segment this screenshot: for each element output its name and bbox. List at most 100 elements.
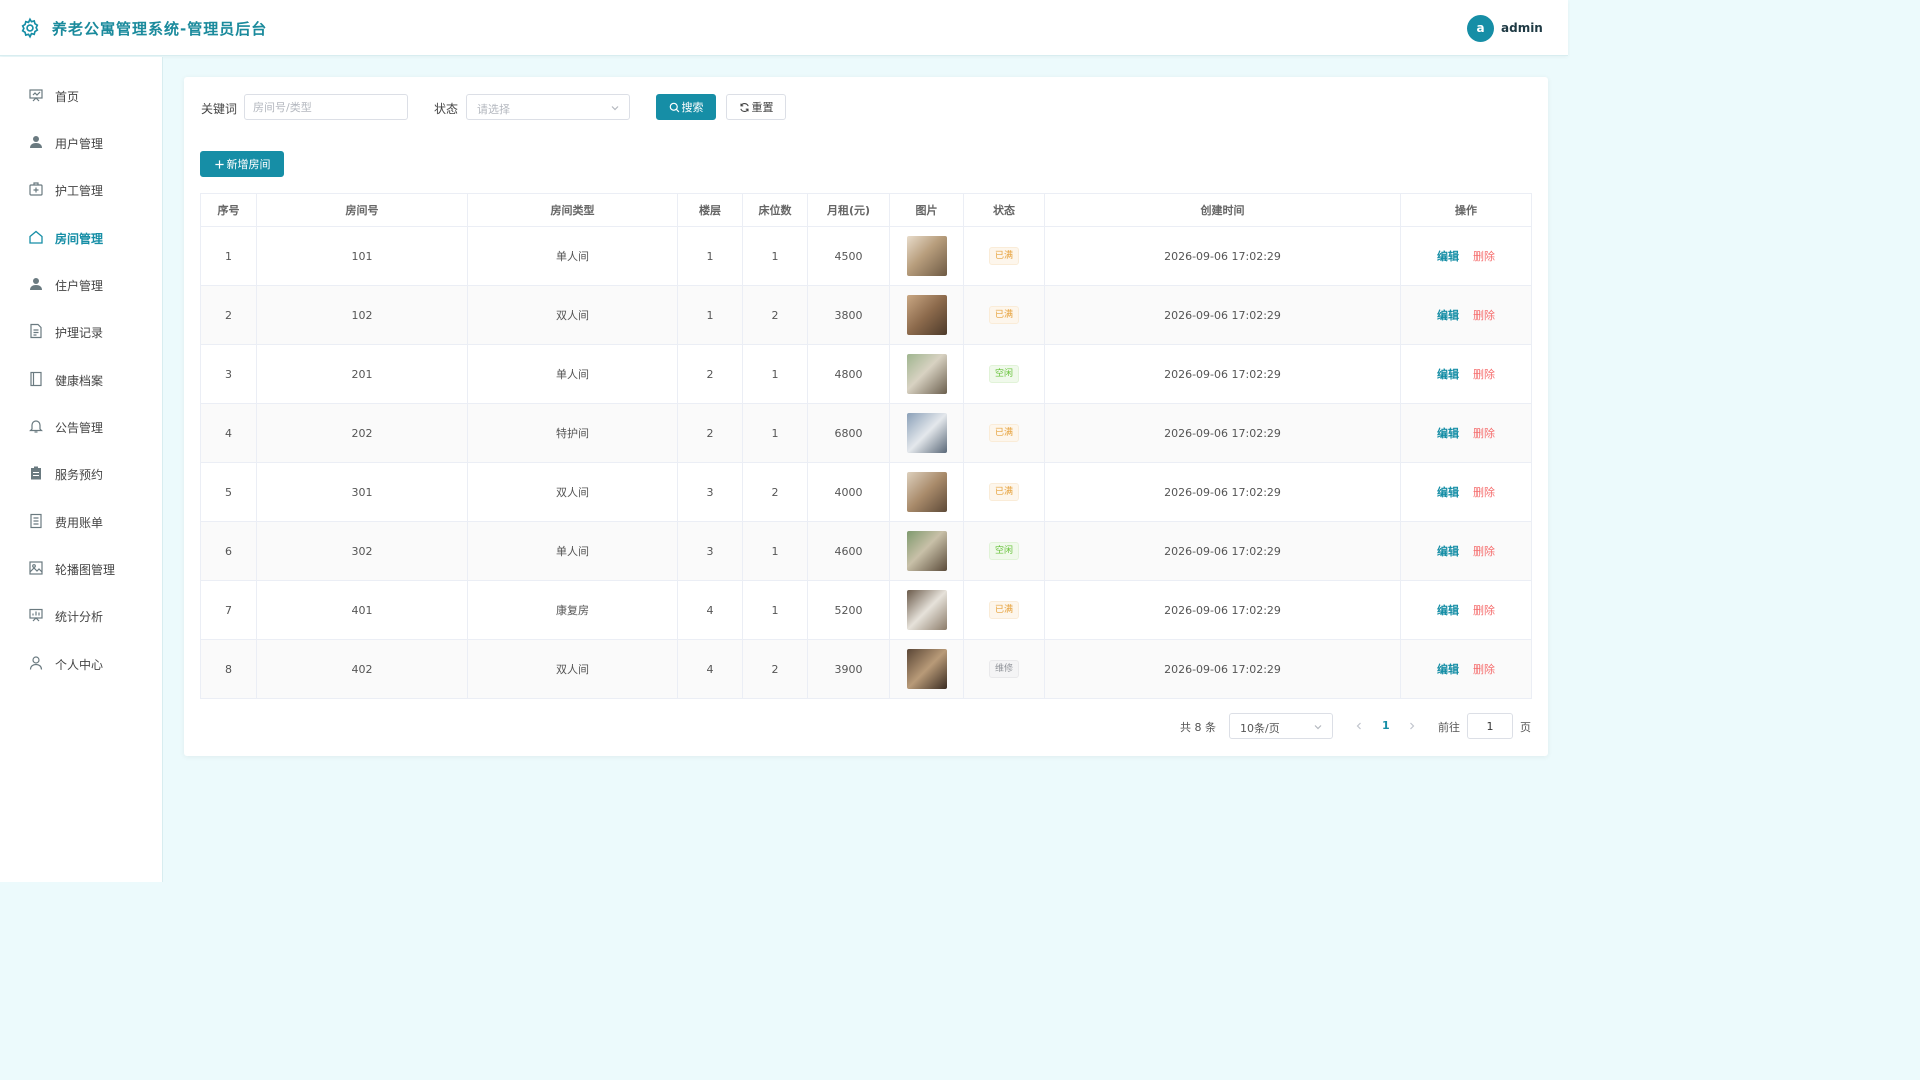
sidebar-item-carousel[interactable]: 轮播图管理 xyxy=(0,548,162,588)
room-thumbnail[interactable] xyxy=(906,236,947,276)
rent-cell: 6800 xyxy=(807,403,890,463)
room-thumbnail[interactable] xyxy=(906,531,947,571)
clipboard-icon xyxy=(31,466,41,480)
sidebar-item-caregivers[interactable]: 护工管理 xyxy=(0,169,162,209)
image-cell xyxy=(889,462,964,522)
edit-button[interactable]: 编辑 xyxy=(1437,663,1459,676)
created-time-cell: 2026-09-06 17:02:29 xyxy=(1044,521,1401,581)
search-button[interactable]: 搜索 xyxy=(656,94,716,120)
actions-cell: 编辑 删除 xyxy=(1400,403,1532,463)
edit-button[interactable]: 编辑 xyxy=(1437,604,1459,617)
actions-cell: 编辑 删除 xyxy=(1400,521,1532,581)
page-size-value: 10条/页 xyxy=(1240,722,1280,735)
status-badge: 已满 xyxy=(988,601,1019,619)
table-header-row: 序号 房间号 房间类型 楼层 床位数 月租(元) 图片 状态 创建时间 操作 xyxy=(200,193,1532,227)
search-icon xyxy=(669,102,679,112)
edit-button[interactable]: 编辑 xyxy=(1437,368,1459,381)
room-thumbnail[interactable] xyxy=(906,590,947,630)
room-thumbnail[interactable] xyxy=(906,354,947,394)
keyword-input[interactable] xyxy=(244,94,408,120)
document-icon xyxy=(30,323,42,339)
avatar[interactable]: a xyxy=(1467,15,1494,42)
sidebar-item-profile[interactable]: 个人中心 xyxy=(0,643,162,683)
sidebar-item-users[interactable]: 用户管理 xyxy=(0,122,162,162)
delete-button[interactable]: 删除 xyxy=(1473,309,1495,322)
room-thumbnail[interactable] xyxy=(906,413,947,453)
delete-button[interactable]: 删除 xyxy=(1473,663,1495,676)
house-icon xyxy=(29,230,43,244)
reset-button[interactable]: 重置 xyxy=(726,94,786,120)
delete-button[interactable]: 删除 xyxy=(1473,250,1495,263)
sidebar-item-label: 首页 xyxy=(55,90,80,104)
status-badge: 已满 xyxy=(988,483,1019,501)
floor-cell: 3 xyxy=(677,462,743,522)
room-type-cell: 单人间 xyxy=(467,521,678,581)
status-badge: 空闲 xyxy=(988,365,1019,383)
status-select[interactable]: 请选择 xyxy=(466,94,630,120)
sidebar-item-home[interactable]: 首页 xyxy=(0,75,162,115)
actions-cell: 编辑 删除 xyxy=(1400,285,1532,345)
sidebar-item-care-records[interactable]: 护理记录 xyxy=(0,311,162,351)
room-number-cell: 101 xyxy=(256,226,468,286)
actions-cell: 编辑 删除 xyxy=(1400,639,1532,699)
page-size-select[interactable]: 10条/页 xyxy=(1229,713,1333,739)
floor-cell: 1 xyxy=(677,285,743,345)
room-thumbnail[interactable] xyxy=(906,649,947,689)
status-badge: 空闲 xyxy=(988,542,1019,560)
user-icon xyxy=(30,136,42,148)
delete-button[interactable]: 删除 xyxy=(1473,427,1495,440)
status-label: 状态 xyxy=(434,102,459,116)
page-number-current[interactable]: 1 xyxy=(1382,719,1390,732)
column-header: 房间类型 xyxy=(467,193,678,227)
prev-page-icon[interactable] xyxy=(1354,721,1364,731)
room-thumbnail[interactable] xyxy=(906,472,947,512)
edit-button[interactable]: 编辑 xyxy=(1437,545,1459,558)
status-cell: 已满 xyxy=(963,285,1045,345)
edit-button[interactable]: 编辑 xyxy=(1437,309,1459,322)
image-cell xyxy=(889,285,964,345)
table-row: 2 102 双人间 1 2 3800 已满 2026-09-06 17:02:2… xyxy=(200,285,1532,345)
table-row: 5 301 双人间 3 2 4000 已满 2026-09-06 17:02:2… xyxy=(200,462,1532,522)
rent-cell: 5200 xyxy=(807,580,890,640)
delete-button[interactable]: 删除 xyxy=(1473,604,1495,617)
room-number-cell: 302 xyxy=(256,521,468,581)
edit-button[interactable]: 编辑 xyxy=(1437,250,1459,263)
floor-cell: 2 xyxy=(677,344,743,404)
sidebar-item-statistics[interactable]: 统计分析 xyxy=(0,595,162,635)
goto-label: 前往 xyxy=(1438,721,1460,734)
room-thumbnail[interactable] xyxy=(906,295,947,335)
edit-button[interactable]: 编辑 xyxy=(1437,427,1459,440)
room-number-cell: 402 xyxy=(256,639,468,699)
add-room-button[interactable]: 新增房间 xyxy=(200,151,284,177)
sidebar-item-billing[interactable]: 费用账单 xyxy=(0,501,162,541)
floor-cell: 3 xyxy=(677,521,743,581)
floor-cell: 4 xyxy=(677,580,743,640)
beds-cell: 1 xyxy=(742,521,808,581)
bell-icon xyxy=(29,420,43,433)
next-page-icon[interactable] xyxy=(1407,721,1417,731)
sidebar-item-service-booking[interactable]: 服务预约 xyxy=(0,453,162,493)
delete-button[interactable]: 删除 xyxy=(1473,368,1495,381)
page-suffix-label: 页 xyxy=(1520,721,1531,734)
goto-page-input[interactable] xyxy=(1467,713,1513,739)
column-header: 序号 xyxy=(200,193,257,227)
edit-button[interactable]: 编辑 xyxy=(1437,486,1459,499)
room-type-cell: 单人间 xyxy=(467,344,678,404)
sidebar-item-label: 房间管理 xyxy=(55,232,104,246)
sidebar-item-residents[interactable]: 住户管理 xyxy=(0,264,162,304)
sidebar-item-label: 健康档案 xyxy=(55,374,104,388)
delete-button[interactable]: 删除 xyxy=(1473,545,1495,558)
floor-cell: 2 xyxy=(677,403,743,463)
rent-cell: 4800 xyxy=(807,344,890,404)
sidebar-item-label: 护理记录 xyxy=(55,326,104,340)
add-room-button-label: 新增房间 xyxy=(226,158,271,171)
sidebar-item-rooms[interactable]: 房间管理 xyxy=(0,217,162,257)
sidebar-item-health-files[interactable]: 健康档案 xyxy=(0,359,162,399)
sidebar-item-label: 护工管理 xyxy=(55,184,104,198)
sidebar-item-announcements[interactable]: 公告管理 xyxy=(0,406,162,446)
image-cell xyxy=(889,580,964,640)
status-select-placeholder: 请选择 xyxy=(477,103,510,116)
username[interactable]: admin xyxy=(1501,21,1543,35)
delete-button[interactable]: 删除 xyxy=(1473,486,1495,499)
chevron-down-icon xyxy=(1314,725,1322,730)
